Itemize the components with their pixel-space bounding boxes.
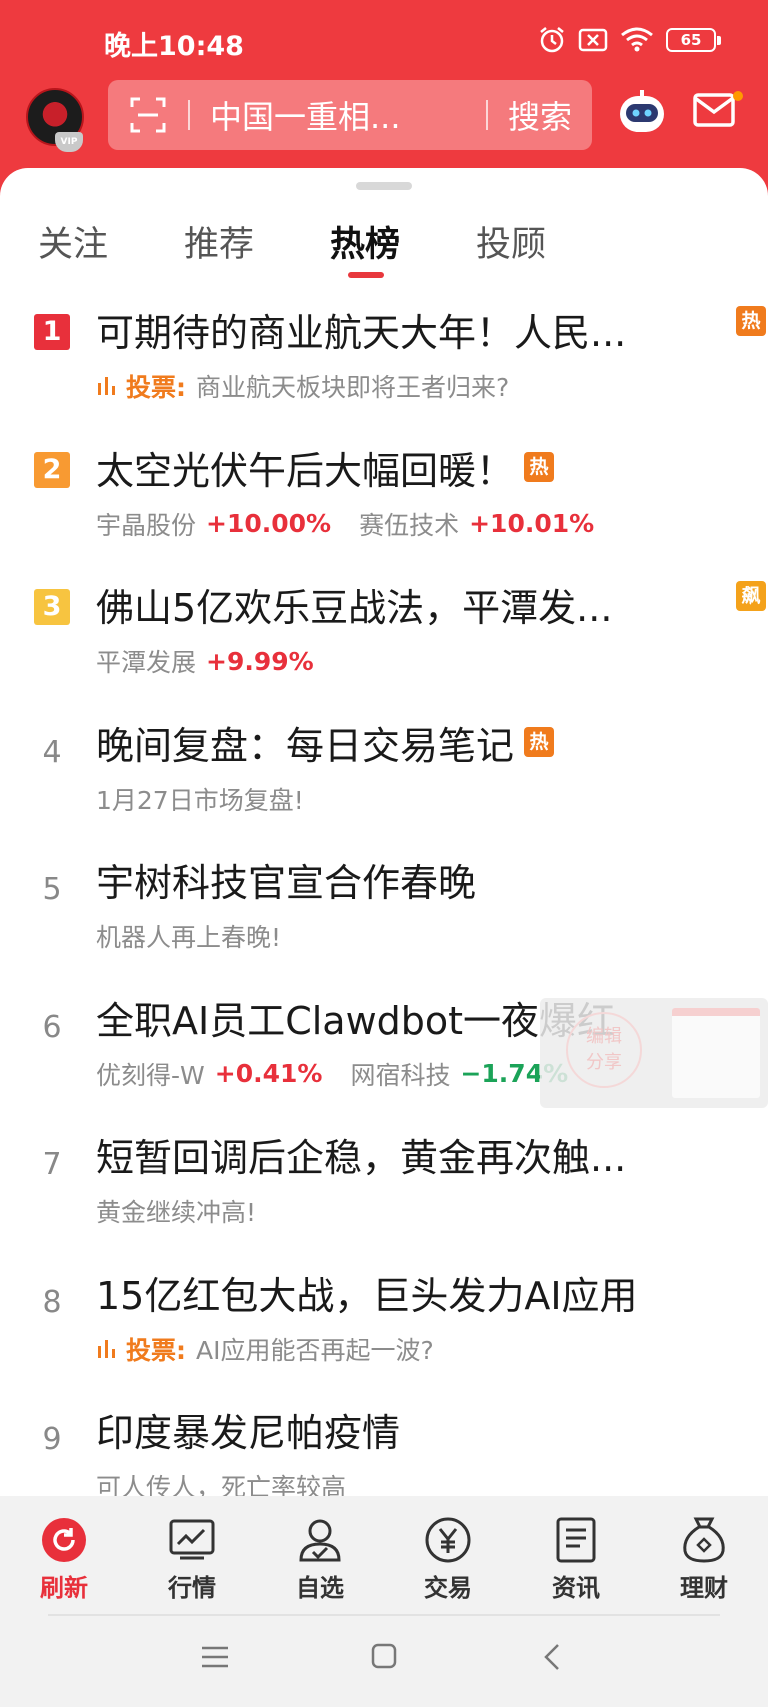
list-item[interactable]: 1 可期待的商业航天大年！人民... 热 投票: 商业航天板块即将王者归来? — [0, 292, 768, 430]
stock-name[interactable]: 赛伍技术 — [359, 506, 459, 542]
list-item[interactable]: 4 晚间复盘：每日交易笔记 热 1月27日市场复盘! — [0, 705, 768, 843]
content-sheet: 关注 推荐 热榜 投顾 1 可期待的商业航天大年！人民... 热 投票: 商业航… — [0, 168, 768, 1496]
money-bag-icon — [683, 1517, 725, 1563]
stock-change: +10.00% — [206, 509, 332, 538]
item-title: 晚间复盘：每日交易笔记 — [96, 723, 515, 768]
drag-handle[interactable] — [356, 182, 412, 190]
list-item[interactable]: 8 15亿红包大战，巨头发力AI应用 投票: AI应用能否再起一波? — [0, 1255, 768, 1393]
back-icon[interactable] — [540, 1642, 564, 1672]
rank-number: 8 — [42, 1284, 62, 1320]
active-tab-indicator — [348, 272, 384, 278]
edit-share-float-card[interactable]: 编辑 分享 — [540, 998, 768, 1108]
hot-tag: 热 — [736, 306, 766, 336]
soaring-tag: 飙 — [736, 581, 766, 611]
screenshot-thumbnail[interactable] — [672, 1008, 760, 1098]
tab-follow[interactable]: 关注 — [38, 216, 108, 267]
item-subtitle: 1月27日市场复盘! — [96, 785, 304, 815]
stock-name[interactable]: 优刻得-W — [96, 1056, 205, 1092]
rank-badge: 1 — [34, 314, 70, 350]
tab-advisor[interactable]: 投顾 — [476, 216, 546, 267]
tab-bar: 关注 推荐 热榜 投顾 — [0, 216, 768, 286]
watchlist-icon — [299, 1519, 341, 1562]
rank-badge: 2 — [34, 451, 70, 488]
tab-recommend[interactable]: 推荐 — [184, 216, 254, 267]
bar-chart-icon — [98, 1339, 115, 1358]
rank-number: 7 — [42, 1147, 62, 1182]
scan-icon[interactable] — [108, 80, 188, 150]
search-button[interactable]: 搜索 — [488, 92, 592, 138]
stock-change: +9.99% — [206, 646, 314, 676]
item-title: 佛山5亿欢乐豆战法，平潭发... — [96, 586, 613, 630]
rank-number: 9 — [42, 1422, 62, 1457]
item-title: 15亿红包大战，巨头发力AI应用 — [96, 1273, 638, 1318]
sim-off-icon — [578, 28, 608, 52]
stock-change: +10.01% — [469, 509, 595, 538]
robot-assistant-icon[interactable] — [616, 88, 668, 138]
nav-refresh[interactable]: 刷新 — [14, 1514, 114, 1603]
hot-tag: 热 — [524, 452, 555, 482]
chart-icon — [169, 1519, 215, 1560]
item-title: 太空光伏午后大幅回暖！ — [96, 448, 515, 493]
item-subtitle: 机器人再上春晚! — [96, 923, 282, 952]
bottom-nav: 刷新 行情 自选 交易 资讯 理财 — [0, 1496, 768, 1616]
status-icons: 65 — [538, 26, 721, 54]
list-item[interactable]: 3 佛山5亿欢乐豆战法，平潭发... 飙 平潭发展 +9.99% — [0, 567, 768, 705]
yen-icon — [425, 1517, 471, 1563]
item-subtitle: 商业航天板块即将王者归来? — [196, 373, 510, 402]
stock-name[interactable]: 网宿科技 — [350, 1056, 450, 1092]
system-navigation-bar — [0, 1618, 768, 1707]
wifi-icon — [621, 27, 653, 52]
battery-icon: 65 — [666, 28, 721, 52]
hot-tag: 热 — [524, 727, 555, 757]
item-subtitle: 黄金继续冲高! — [96, 1198, 257, 1227]
nav-watchlist[interactable]: 自选 — [270, 1514, 370, 1603]
rank-number: 4 — [42, 734, 62, 770]
rank-badge: 3 — [34, 589, 70, 625]
vip-badge: VIP — [55, 132, 83, 152]
item-title: 宇树科技官宣合作春晚 — [96, 861, 477, 905]
notification-dot — [733, 91, 743, 101]
tab-hot-list[interactable]: 热榜 — [330, 216, 400, 267]
rank-number: 6 — [42, 1009, 62, 1045]
refresh-icon — [42, 1518, 86, 1562]
nav-wealth[interactable]: 理财 — [654, 1514, 754, 1603]
rank-number: 5 — [42, 872, 62, 907]
nav-news[interactable]: 资讯 — [526, 1514, 626, 1603]
list-item[interactable]: 2 太空光伏午后大幅回暖！ 热 宇晶股份 +10.00% 赛伍技术 +10.01… — [0, 430, 768, 568]
item-title: 可期待的商业航天大年！人民... — [96, 311, 627, 355]
list-item[interactable]: 9 印度暴发尼帕疫情 可人传人，死亡率较高 — [0, 1392, 768, 1496]
hot-list: 1 可期待的商业航天大年！人民... 热 投票: 商业航天板块即将王者归来? 2… — [0, 292, 768, 1496]
nav-market[interactable]: 行情 — [142, 1514, 242, 1603]
alarm-icon — [540, 27, 564, 53]
home-icon[interactable] — [370, 1642, 398, 1670]
item-title: 印度暴发尼帕疫情 — [96, 1411, 401, 1455]
stock-name[interactable]: 宇晶股份 — [96, 506, 196, 542]
item-subtitle: 可人传人，死亡率较高 — [96, 1473, 347, 1496]
item-title: 全职AI员工Clawdbot一夜爆红 — [96, 998, 616, 1043]
search-bar[interactable]: 中国一重相... 搜索 — [108, 80, 592, 150]
status-time: 晚上10:48 — [104, 31, 244, 62]
list-item[interactable]: 7 短暂回调后企稳，黄金再次触... 黄金继续冲高! — [0, 1117, 768, 1255]
nav-trade[interactable]: 交易 — [398, 1514, 498, 1603]
item-subtitle: AI应用能否再起一波? — [196, 1335, 434, 1365]
bar-chart-icon — [98, 377, 115, 395]
stock-name[interactable]: 平潭发展 — [96, 643, 196, 679]
search-input[interactable]: 中国一重相... — [190, 92, 486, 138]
item-title: 短暂回调后企稳，黄金再次触... — [96, 1136, 627, 1180]
vote-label[interactable]: 投票: — [96, 368, 186, 404]
list-item[interactable]: 5 宇树科技官宣合作春晚 机器人再上春晚! — [0, 842, 768, 980]
vote-label[interactable]: 投票: — [96, 1331, 186, 1367]
edit-share-button[interactable]: 编辑 分享 — [566, 1012, 642, 1088]
news-icon — [556, 1517, 596, 1563]
mail-icon[interactable] — [692, 92, 736, 128]
stock-change: +0.41% — [214, 1059, 323, 1088]
menu-icon[interactable] — [200, 1642, 230, 1672]
divider — [48, 1614, 720, 1616]
